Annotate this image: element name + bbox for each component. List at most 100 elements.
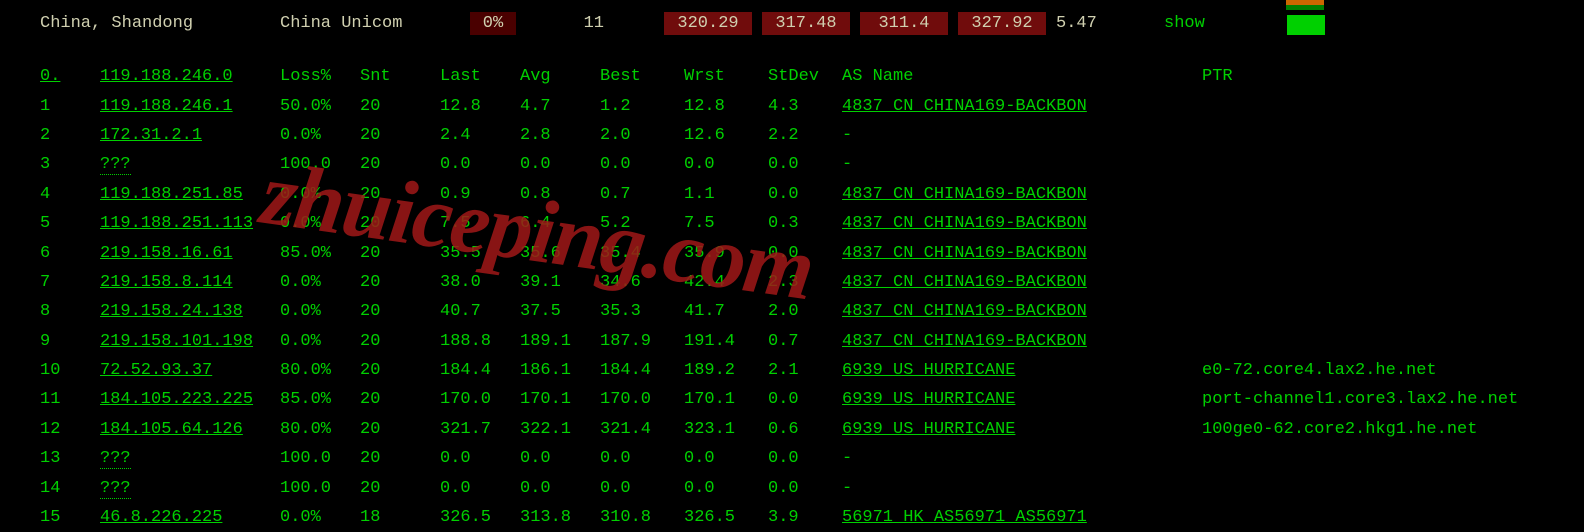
- table-row: 5119.188.251.1130.0%207.56.45.27.50.3483…: [40, 209, 1584, 238]
- hop-avg: 0.0: [520, 155, 600, 174]
- hop-index: 9: [40, 332, 100, 351]
- hop-loss: 0.0%: [280, 508, 360, 527]
- hop-index: 4: [40, 185, 100, 204]
- header-asname-col: AS Name: [842, 67, 1202, 86]
- hop-avg: 0.0: [520, 449, 600, 468]
- hop-ip[interactable]: 219.158.24.138: [100, 302, 243, 321]
- hop-ip[interactable]: 219.158.16.61: [100, 244, 233, 263]
- hop-asname: -: [842, 479, 852, 498]
- hop-asname[interactable]: 4837 CN CHINA169-BACKBON: [842, 302, 1087, 321]
- hop-asname[interactable]: 4837 CN CHINA169-BACKBON: [842, 244, 1087, 263]
- header-loss-col: Loss%: [280, 67, 360, 86]
- table-header-row: 0. 119.188.246.0 Loss% Snt Last Avg Best…: [40, 62, 1584, 91]
- hop-ip[interactable]: 119.188.251.113: [100, 214, 253, 233]
- color-indicator-small: [1286, 0, 1324, 10]
- hop-index: 14: [40, 479, 100, 498]
- hop-wrst: 189.2: [684, 361, 768, 380]
- header-stat-last: 320.29: [664, 12, 752, 35]
- hop-ip[interactable]: ???: [100, 449, 131, 469]
- hop-stdev: 0.0: [768, 155, 842, 174]
- hop-loss: 100.0: [280, 479, 360, 498]
- hop-last: 326.5: [440, 508, 520, 527]
- header-stat-wrst: 327.92: [958, 12, 1046, 35]
- hop-loss: 0.0%: [280, 214, 360, 233]
- hop-loss: 0.0%: [280, 332, 360, 351]
- hop-best: 0.0: [600, 155, 684, 174]
- hop-snt: 20: [360, 479, 440, 498]
- hop-ip[interactable]: 219.158.101.198: [100, 332, 253, 351]
- hop-loss: 100.0: [280, 449, 360, 468]
- hop-stdev: 0.0: [768, 390, 842, 409]
- hop-loss: 0.0%: [280, 273, 360, 292]
- show-link[interactable]: show: [1164, 14, 1244, 33]
- hop-wrst: 7.5: [684, 214, 768, 233]
- hop-ip[interactable]: ???: [100, 479, 131, 499]
- hop-asname[interactable]: 4837 CN CHINA169-BACKBON: [842, 214, 1087, 233]
- hop-asname[interactable]: 56971 HK AS56971 AS56971: [842, 508, 1087, 527]
- hop-asname[interactable]: 6939 US HURRICANE: [842, 390, 1015, 409]
- header-stdev-col: StDev: [768, 67, 842, 86]
- hop-asname[interactable]: 4837 CN CHINA169-BACKBON: [842, 273, 1087, 292]
- hop-best: 170.0: [600, 390, 684, 409]
- hop-ip[interactable]: 119.188.246.1: [100, 97, 233, 116]
- header-avg-col: Avg: [520, 67, 600, 86]
- hop-snt: 20: [360, 332, 440, 351]
- table-row: 9219.158.101.1980.0%20188.8189.1187.9191…: [40, 327, 1584, 356]
- hop-last: 0.0: [440, 479, 520, 498]
- hop-ip[interactable]: 119.188.251.85: [100, 185, 243, 204]
- hop-index: 5: [40, 214, 100, 233]
- hop-stdev: 2.3: [768, 273, 842, 292]
- hop-index: 11: [40, 390, 100, 409]
- hop-snt: 20: [360, 449, 440, 468]
- hop-ip[interactable]: 46.8.226.225: [100, 508, 222, 527]
- hop-index: 1: [40, 97, 100, 116]
- table-row: 14???100.0200.00.00.00.00.0-: [40, 473, 1584, 502]
- header-snt: 11: [564, 14, 614, 33]
- hop-asname[interactable]: 6939 US HURRICANE: [842, 361, 1015, 380]
- hop-asname[interactable]: 6939 US HURRICANE: [842, 420, 1015, 439]
- hop-loss: 0.0%: [280, 126, 360, 145]
- summary-row: China, Shandong China Unicom 0% 11 320.2…: [0, 8, 1584, 38]
- hop-ip[interactable]: ???: [100, 155, 131, 175]
- hop-best: 310.8: [600, 508, 684, 527]
- hop-snt: 20: [360, 126, 440, 145]
- hop-last: 188.8: [440, 332, 520, 351]
- hop-stdev: 0.0: [768, 479, 842, 498]
- hop-ip[interactable]: 172.31.2.1: [100, 126, 202, 145]
- hop-snt: 20: [360, 97, 440, 116]
- hop-asname[interactable]: 4837 CN CHINA169-BACKBON: [842, 97, 1087, 116]
- hop-best: 0.0: [600, 479, 684, 498]
- hop-asname[interactable]: 4837 CN CHINA169-BACKBON: [842, 332, 1087, 351]
- table-row: 1119.188.246.150.0%2012.84.71.212.84.348…: [40, 91, 1584, 120]
- hop-best: 35.3: [600, 302, 684, 321]
- hop-ip[interactable]: 184.105.223.225: [100, 390, 253, 409]
- hop-asname[interactable]: 4837 CN CHINA169-BACKBON: [842, 185, 1087, 204]
- hop-snt: 20: [360, 244, 440, 263]
- hop-ip[interactable]: 219.158.8.114: [100, 273, 233, 292]
- hop-loss: 85.0%: [280, 244, 360, 263]
- hop-wrst: 42.4: [684, 273, 768, 292]
- hop-wrst: 1.1: [684, 185, 768, 204]
- hop-best: 5.2: [600, 214, 684, 233]
- hop-snt: 20: [360, 390, 440, 409]
- hop-best: 187.9: [600, 332, 684, 351]
- provider-label: China Unicom: [280, 14, 470, 33]
- hop-ip[interactable]: 184.105.64.126: [100, 420, 243, 439]
- hop-avg: 189.1: [520, 332, 600, 351]
- hop-index: 7: [40, 273, 100, 292]
- hop-index: 13: [40, 449, 100, 468]
- hop-index: 2: [40, 126, 100, 145]
- header-best-col: Best: [600, 67, 684, 86]
- hop-stdev: 0.7: [768, 332, 842, 351]
- hop-stdev: 2.2: [768, 126, 842, 145]
- table-row: 3???100.0200.00.00.00.00.0-: [40, 150, 1584, 179]
- header-idx: 0.: [40, 67, 60, 86]
- hop-best: 2.0: [600, 126, 684, 145]
- hop-ptr: 100ge0-62.core2.hkg1.he.net: [1202, 420, 1477, 439]
- hop-last: 40.7: [440, 302, 520, 321]
- hop-best: 34.6: [600, 273, 684, 292]
- hop-last: 0.0: [440, 449, 520, 468]
- hop-snt: 20: [360, 361, 440, 380]
- hop-snt: 18: [360, 508, 440, 527]
- hop-ip[interactable]: 72.52.93.37: [100, 361, 212, 380]
